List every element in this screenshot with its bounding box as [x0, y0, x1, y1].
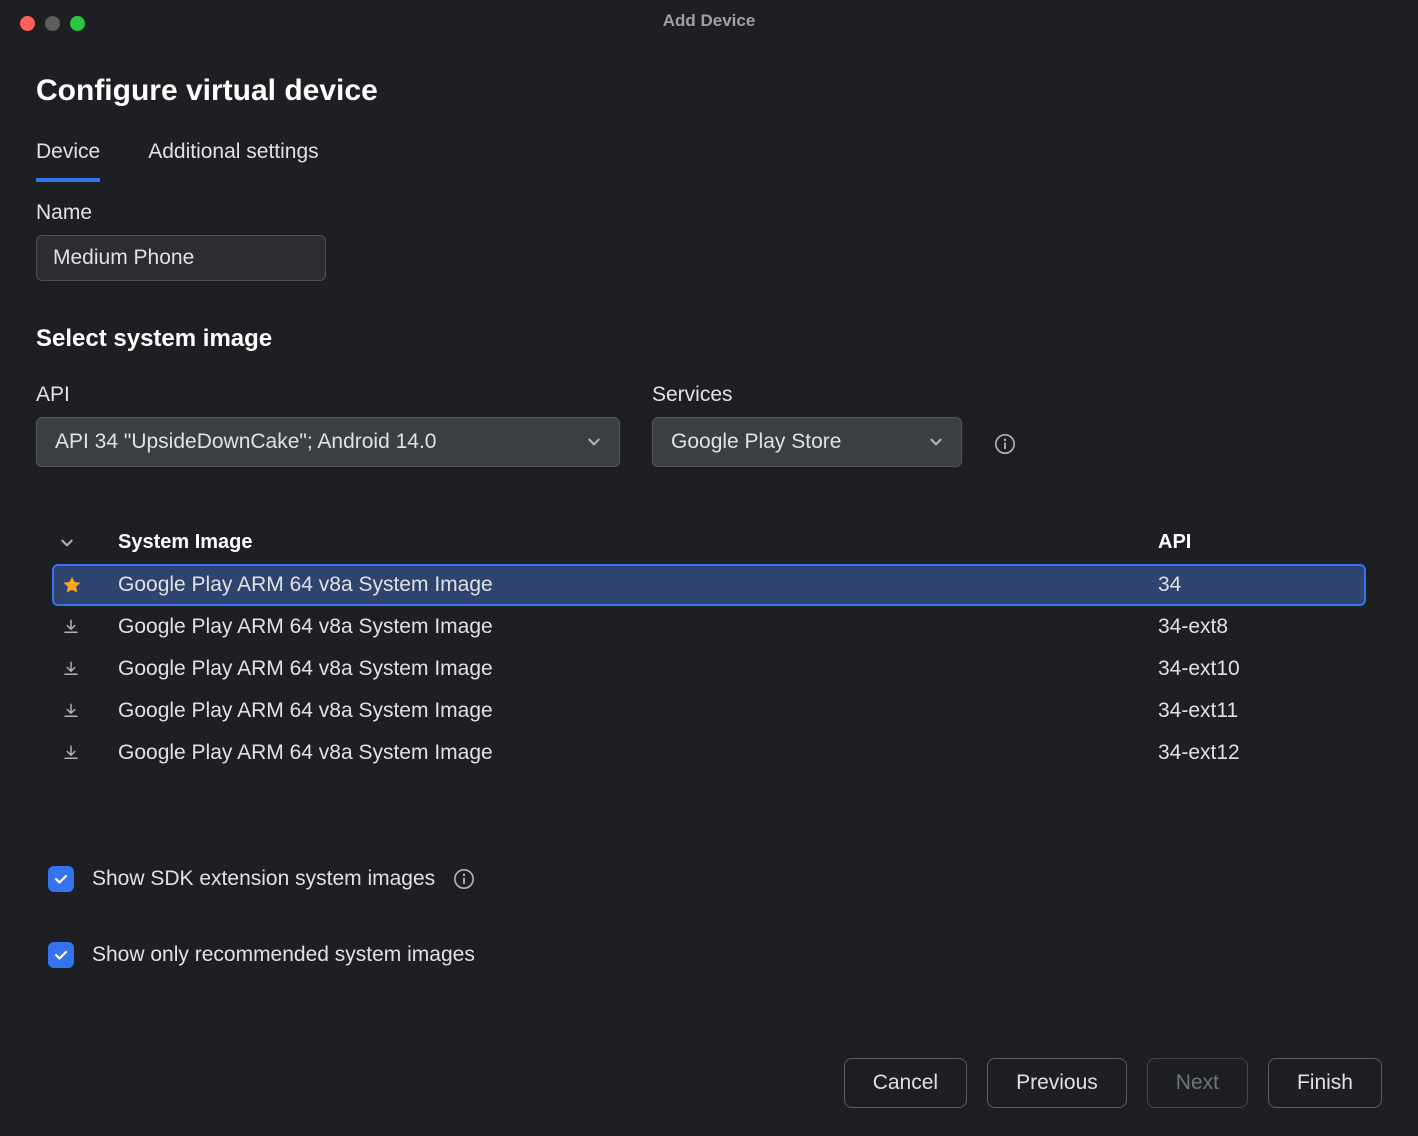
traffic-lights: [20, 16, 85, 31]
recommended-checkbox-row: Show only recommended system images: [48, 942, 1382, 968]
services-dropdown[interactable]: Google Play Store: [652, 417, 962, 467]
tab-bar: Device Additional settings: [36, 140, 1382, 183]
minimize-window-button[interactable]: [45, 16, 60, 31]
sdk-ext-checkbox-row: Show SDK extension system images: [48, 866, 1382, 892]
row-image-name: Google Play ARM 64 v8a System Image: [118, 699, 1158, 723]
services-value: Google Play Store: [671, 430, 841, 454]
content-area: Configure virtual device Device Addition…: [0, 42, 1418, 968]
recommended-checkbox[interactable]: [48, 942, 74, 968]
table-row[interactable]: Google Play ARM 64 v8a System Image34-ex…: [52, 732, 1366, 774]
row-image-name: Google Play ARM 64 v8a System Image: [118, 741, 1158, 765]
api-dropdown[interactable]: API 34 "UpsideDownCake"; Android 14.0: [36, 417, 620, 467]
checkbox-group: Show SDK extension system images Show on…: [48, 850, 1382, 968]
window-title: Add Device: [663, 11, 756, 31]
dropdown-row: API API 34 "UpsideDownCake"; Android 14.…: [36, 383, 1382, 467]
table-row[interactable]: Google Play ARM 64 v8a System Image34: [52, 564, 1366, 606]
add-device-window: Add Device Configure virtual device Devi…: [0, 0, 1418, 1136]
table-row[interactable]: Google Play ARM 64 v8a System Image34-ex…: [52, 648, 1366, 690]
system-image-table: System Image API Google Play ARM 64 v8a …: [52, 521, 1366, 774]
system-image-heading: Select system image: [36, 325, 1382, 353]
table-header: System Image API: [52, 521, 1366, 564]
tab-additional-settings[interactable]: Additional settings: [148, 140, 318, 182]
row-image-name: Google Play ARM 64 v8a System Image: [118, 615, 1158, 639]
api-label: API: [36, 383, 620, 407]
chevron-down-icon: [929, 435, 943, 449]
table-body: Google Play ARM 64 v8a System Image34Goo…: [52, 564, 1366, 774]
chevron-down-icon: [587, 435, 601, 449]
recommended-label: Show only recommended system images: [92, 943, 475, 967]
cancel-button[interactable]: Cancel: [844, 1058, 967, 1108]
row-api-value: 34-ext11: [1158, 699, 1358, 723]
next-button: Next: [1147, 1058, 1248, 1108]
name-input[interactable]: [36, 235, 326, 281]
close-window-button[interactable]: [20, 16, 35, 31]
finish-button[interactable]: Finish: [1268, 1058, 1382, 1108]
sdk-ext-checkbox[interactable]: [48, 866, 74, 892]
row-api-value: 34-ext12: [1158, 741, 1358, 765]
col-header-name[interactable]: System Image: [118, 531, 1158, 554]
col-header-api[interactable]: API: [1158, 531, 1358, 554]
previous-button[interactable]: Previous: [987, 1058, 1127, 1108]
api-group: API API 34 "UpsideDownCake"; Android 14.…: [36, 383, 620, 467]
row-api-value: 34-ext10: [1158, 657, 1358, 681]
table-row[interactable]: Google Play ARM 64 v8a System Image34-ex…: [52, 606, 1366, 648]
name-label: Name: [36, 201, 1382, 225]
download-icon: [60, 744, 100, 762]
table-row[interactable]: Google Play ARM 64 v8a System Image34-ex…: [52, 690, 1366, 732]
title-bar: Add Device: [0, 0, 1418, 42]
tab-device[interactable]: Device: [36, 140, 100, 182]
api-value: API 34 "UpsideDownCake"; Android 14.0: [55, 430, 436, 454]
services-label: Services: [652, 383, 962, 407]
download-icon: [60, 618, 100, 636]
maximize-window-button[interactable]: [70, 16, 85, 31]
services-group: Services Google Play Store: [652, 383, 962, 467]
page-title: Configure virtual device: [36, 74, 1382, 108]
download-icon: [60, 702, 100, 720]
download-icon: [60, 660, 100, 678]
footer-buttons: Cancel Previous Next Finish: [844, 1058, 1382, 1108]
row-api-value: 34: [1158, 573, 1358, 597]
row-image-name: Google Play ARM 64 v8a System Image: [118, 657, 1158, 681]
sdk-ext-label: Show SDK extension system images: [92, 867, 435, 891]
table-expand-icon[interactable]: [60, 536, 118, 550]
row-api-value: 34-ext8: [1158, 615, 1358, 639]
services-info-icon[interactable]: [994, 433, 1016, 467]
row-image-name: Google Play ARM 64 v8a System Image: [118, 573, 1158, 597]
star-icon: [60, 575, 100, 595]
sdk-ext-info-icon[interactable]: [453, 868, 475, 890]
